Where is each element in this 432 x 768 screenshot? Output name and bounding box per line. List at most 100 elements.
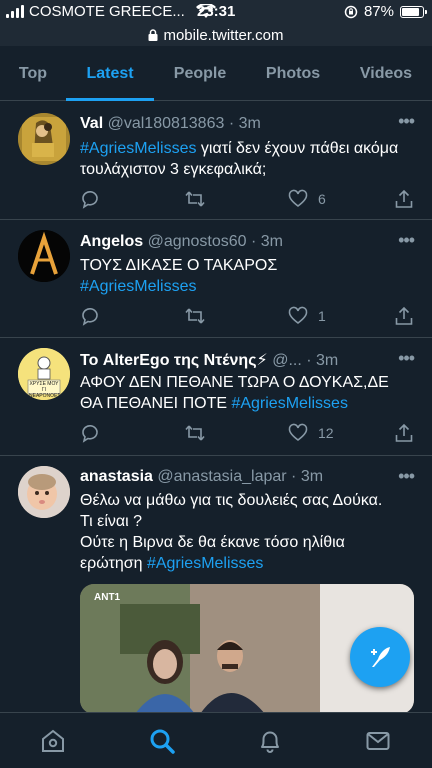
- like-button[interactable]: 1: [288, 306, 326, 326]
- compose-feather-icon: [371, 647, 390, 667]
- like-count: 6: [318, 191, 326, 207]
- avatar[interactable]: [18, 466, 70, 518]
- battery-label: 87%: [363, 3, 394, 20]
- url-bar[interactable]: mobile.twitter.com: [0, 24, 432, 46]
- tweet-line-text: ερώτηση: [80, 555, 147, 572]
- avatar[interactable]: [18, 230, 70, 282]
- avatar[interactable]: ΧΡΥΣΕ ΜΟΥ ΓΙ ΝΕΑΡΟΝΟΕΣ: [18, 348, 70, 400]
- rotation-lock-icon: [344, 5, 358, 18]
- tweet[interactable]: ΧΡΥΣΕ ΜΟΥ ΓΙ ΝΕΑΡΟΝΟΕΣ Το AlterEgo της Ν…: [0, 338, 432, 456]
- bell-icon: [261, 731, 279, 753]
- tweet-actions: 1: [80, 306, 414, 328]
- tab-people[interactable]: People: [154, 46, 246, 101]
- handle-time: @val180813863 · 3m: [107, 115, 261, 132]
- tab-label: People: [173, 64, 227, 82]
- tweet-line: Ούτε η Βιρνα δε θα έκανε τόσο ηλίθια: [80, 534, 345, 551]
- heart-icon: [288, 423, 308, 442]
- more-icon[interactable]: •••: [398, 230, 415, 251]
- handle-time: @... · 3m: [272, 352, 339, 369]
- tweet-header: Το AlterEgo της Ντένης⚡ @... · 3m: [80, 350, 382, 370]
- reply-button[interactable]: [80, 423, 100, 443]
- hashtag-link[interactable]: #AgriesMelisses: [80, 140, 196, 157]
- avatar-image: [18, 113, 70, 165]
- tweet-line: ερώτηση #AgriesMelisses: [80, 553, 414, 574]
- tab-latest[interactable]: Latest: [66, 46, 154, 101]
- retweet-icon: [185, 191, 205, 207]
- like-count: 12: [318, 425, 334, 441]
- tweet-header: Angelos @agnostos60 · 3m: [80, 233, 382, 251]
- share-icon: [395, 306, 413, 325]
- like-button[interactable]: 12: [288, 423, 334, 443]
- tab-label: Photos: [265, 64, 321, 82]
- tweet-line: Θέλω να μάθω για τις δουλειές σας Δούκα.: [80, 492, 383, 509]
- heart-icon: [288, 189, 308, 208]
- display-name[interactable]: Το AlterEgo της Ντένης⚡: [80, 352, 268, 369]
- compose-tweet-button[interactable]: [350, 627, 410, 687]
- tab-videos[interactable]: Videos: [340, 46, 432, 101]
- avatar-caption: ΧΡΥΣΕ ΜΟΥ ΓΙ ΝΕΑΡΟΝΟΕΣ: [29, 381, 61, 399]
- like-count: 1: [318, 308, 326, 324]
- tweet-text: #AgriesMelisses γιατί δεν έχουν πάθει ακ…: [80, 138, 414, 180]
- carrier-label: COSMOTE GREECE...: [29, 3, 185, 20]
- hashtag-link[interactable]: #AgriesMelisses: [147, 555, 263, 572]
- avatar[interactable]: [18, 113, 70, 165]
- home-icon: [42, 729, 64, 752]
- tweet-actions: 12: [80, 423, 414, 445]
- like-button[interactable]: 6: [288, 189, 326, 209]
- url-text: mobile.twitter.com: [163, 26, 284, 44]
- nav-home[interactable]: [39, 727, 67, 755]
- mail-icon: [366, 732, 390, 750]
- reply-icon: [82, 424, 98, 443]
- hashtag-link[interactable]: #AgriesMelisses: [80, 278, 196, 295]
- hashtag-link[interactable]: #AgriesMelisses: [231, 395, 347, 412]
- clock: 23:31: [197, 3, 236, 20]
- share-icon: [395, 189, 413, 208]
- nav-messages[interactable]: [364, 727, 392, 755]
- tab-label: Latest: [86, 64, 134, 82]
- bottom-navigation: [0, 712, 432, 768]
- tweet[interactable]: Val @val180813863 · 3m ••• #AgriesMeliss…: [0, 101, 432, 220]
- svg-text:ANT1: ANT1: [94, 592, 121, 603]
- tab-top[interactable]: Top: [0, 46, 66, 101]
- share-button[interactable]: [394, 189, 414, 209]
- status-right: 87%: [344, 3, 427, 20]
- tweet-text: ΤΟΥΣ ΔΙΚΑΣΕ Ο ΤΑΚΑΡΟΣ #AgriesMelisses: [80, 255, 414, 297]
- reply-icon: [82, 190, 98, 209]
- avatar-image: [18, 466, 70, 518]
- more-icon[interactable]: •••: [398, 466, 415, 487]
- status-left: COSMOTE GREECE...: [6, 3, 216, 20]
- search-icon: [150, 729, 175, 754]
- display-name[interactable]: Val: [80, 115, 103, 132]
- tweet-actions: 6: [80, 189, 414, 211]
- avatar-image: [18, 230, 70, 282]
- tab-label: Videos: [359, 64, 413, 82]
- more-icon[interactable]: •••: [398, 111, 415, 132]
- tweet-header: anastasia @anastasia_lapar · 3m: [80, 468, 382, 486]
- retweet-icon: [185, 425, 205, 441]
- share-button[interactable]: [394, 423, 414, 443]
- reply-button[interactable]: [80, 189, 100, 209]
- retweet-icon: [185, 308, 205, 324]
- share-icon: [395, 423, 413, 442]
- tweet-line: Τι είναι ?: [80, 513, 143, 530]
- tweet-header: Val @val180813863 · 3m: [80, 115, 382, 133]
- retweet-button[interactable]: [184, 189, 206, 209]
- heart-icon: [288, 306, 308, 325]
- retweet-button[interactable]: [184, 423, 206, 443]
- nav-notifications[interactable]: [256, 727, 284, 755]
- signal-icon: [6, 5, 24, 18]
- more-icon[interactable]: •••: [398, 348, 415, 369]
- reply-icon: [82, 307, 98, 326]
- nav-explore[interactable]: [148, 727, 176, 755]
- battery-icon: [400, 5, 427, 18]
- display-name[interactable]: Angelos: [80, 233, 143, 250]
- tab-photos[interactable]: Photos: [246, 46, 340, 101]
- handle-time: @anastasia_lapar · 3m: [157, 468, 324, 485]
- reply-button[interactable]: [80, 306, 100, 326]
- tweet[interactable]: Angelos @agnostos60 · 3m ••• ΤΟΥΣ ΔΙΚΑΣΕ…: [0, 220, 432, 338]
- display-name[interactable]: anastasia: [80, 468, 153, 485]
- tweet-text-content: ΤΟΥΣ ΔΙΚΑΣΕ Ο ΤΑΚΑΡΟΣ: [80, 257, 278, 274]
- tab-label: Top: [18, 64, 48, 82]
- retweet-button[interactable]: [184, 306, 206, 326]
- share-button[interactable]: [394, 306, 414, 326]
